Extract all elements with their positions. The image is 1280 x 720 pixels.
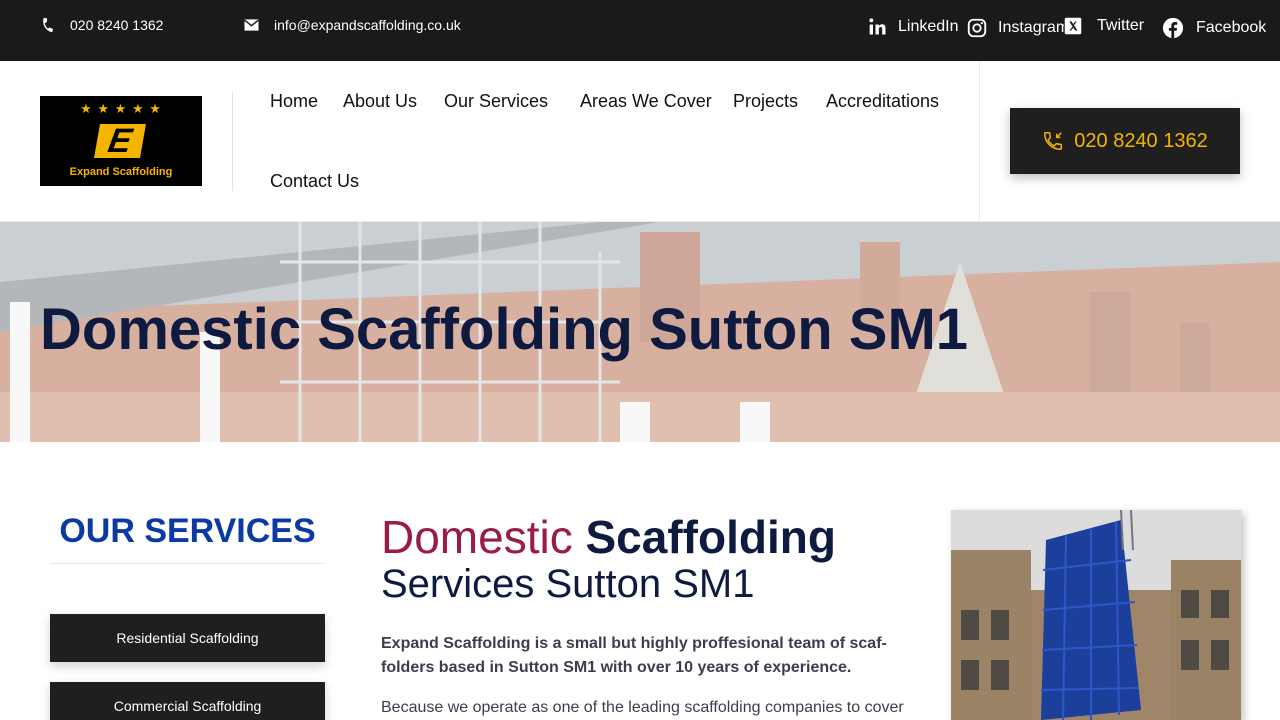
facebook-icon: [1162, 17, 1184, 39]
phone-call-icon: [1044, 132, 1063, 150]
nav-areas-we-cover[interactable]: Areas We Cover: [580, 91, 712, 112]
content-heading: Domestic Scaffolding: [381, 510, 836, 564]
sidebar-divider: [50, 563, 325, 564]
mail-icon: [244, 19, 259, 31]
header-divider: [232, 91, 233, 191]
logo-stars: ★ ★ ★ ★ ★: [80, 101, 162, 116]
nav-our-services[interactable]: Our Services: [444, 91, 548, 112]
facebook-label: Facebook: [1196, 19, 1267, 36]
linkedin-link[interactable]: LinkedIn: [868, 17, 959, 37]
site-logo[interactable]: ★ ★ ★ ★ ★ E Expand Scaffolding: [40, 96, 202, 186]
top-email-link[interactable]: info@expandscaffolding.co.uk: [243, 17, 461, 33]
phone-icon: [43, 17, 54, 33]
twitter-link[interactable]: Twitter: [1064, 17, 1144, 35]
linkedin-icon: [869, 18, 886, 35]
nav-about-us[interactable]: About Us: [343, 91, 417, 112]
instagram-link[interactable]: Instagram: [966, 17, 1064, 39]
service-commercial-button[interactable]: Commercial Scaffolding: [50, 682, 325, 720]
logo-name: Expand Scaffolding: [69, 166, 173, 178]
nav-home[interactable]: Home: [270, 91, 318, 112]
twitter-label: Twitter: [1097, 17, 1145, 34]
nav-accreditations[interactable]: Accreditations: [826, 91, 939, 112]
heading-light-text: Domestic: [381, 511, 573, 563]
service-residential-button[interactable]: Residential Scaffolding: [50, 614, 325, 662]
facebook-link[interactable]: Facebook: [1162, 17, 1266, 39]
hero-banner: Domestic Scaffolding Sutton SM1: [0, 222, 1280, 442]
top-email-text: info@expandscaffolding.co.uk: [274, 17, 461, 33]
scaffolding-photo: [951, 510, 1241, 720]
intro-paragraph: Expand Scaffolding is a small but highly…: [381, 635, 887, 676]
nav-contact-us[interactable]: Contact Us: [270, 171, 359, 192]
heading-bold-text: Scaffolding: [585, 511, 836, 563]
site-header: ★ ★ ★ ★ ★ E Expand Scaffolding Home Abou…: [0, 61, 1280, 222]
instagram-label: Instagram: [998, 19, 1064, 36]
twitter-icon: [1064, 17, 1082, 35]
top-bar: 020 8240 1362 info@expandscaffolding.co.…: [0, 0, 1280, 61]
call-button[interactable]: 020 8240 1362: [1010, 108, 1240, 174]
content-subheading: Services Sutton SM1: [381, 562, 755, 606]
instagram-icon: [967, 18, 987, 38]
header-right-divider: [979, 61, 980, 221]
sidebar-title: OUR SERVICES: [59, 512, 316, 550]
logo-letter: E: [94, 122, 146, 160]
body-paragraph: Because we operate as one of the leading…: [381, 699, 904, 716]
nav-projects[interactable]: Projects: [733, 91, 798, 112]
page-title: Domestic Scaffolding Sutton SM1: [40, 297, 969, 362]
call-button-label: 020 8240 1362: [1074, 129, 1208, 152]
top-phone-text: 020 8240 1362: [70, 17, 164, 33]
top-phone-link[interactable]: 020 8240 1362: [40, 17, 163, 33]
linkedin-label: LinkedIn: [898, 18, 959, 35]
